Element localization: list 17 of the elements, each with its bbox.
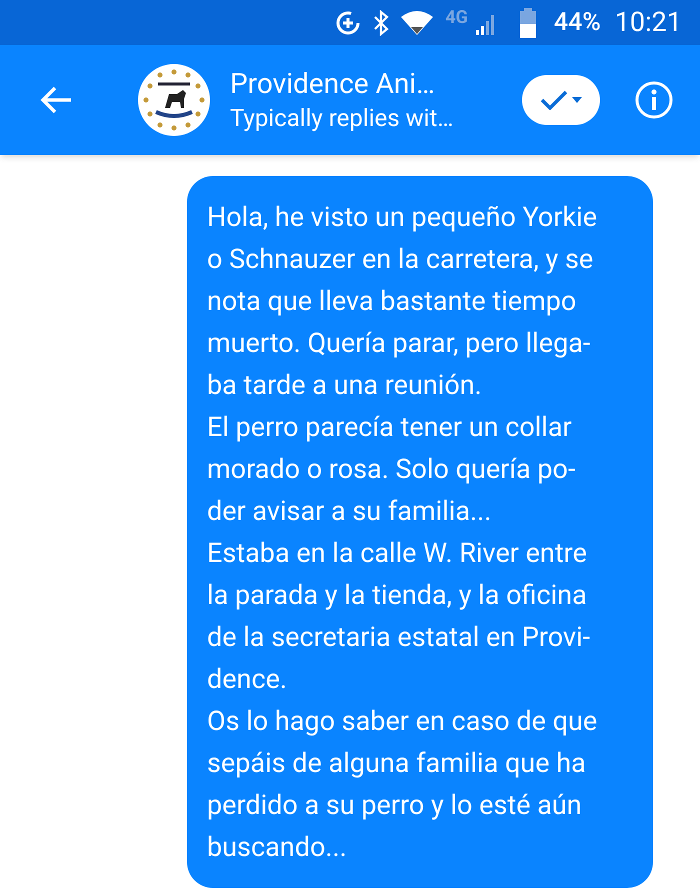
back-arrow-icon bbox=[39, 85, 73, 115]
info-icon bbox=[634, 80, 674, 120]
info-button[interactable] bbox=[634, 80, 674, 120]
battery-percent: 44% bbox=[554, 6, 601, 39]
battery-icon bbox=[518, 8, 538, 38]
bluetooth-icon bbox=[373, 10, 390, 36]
checkmark-icon bbox=[540, 90, 568, 110]
chat-title: Providence Ani… bbox=[230, 66, 436, 102]
status-dropdown-button[interactable] bbox=[522, 75, 600, 125]
clock: 10:21 bbox=[614, 5, 682, 40]
avatar-logo[interactable] bbox=[138, 64, 210, 136]
outgoing-message: Hola, he visto un pequeño Yorkie o Schnauzer en la carretera, y se nota que lleva bastante tiempo muerto. Quería parar, pero llega- ba tarde a una reunión. El perro parecía tener un collar morado o rosa. Solo quería po- der avisar a su familia... Estaba en la calle W. River entre la parada y la tienda, y la oficina de la secretaria estatal en Provi- dence. Os lo hago saber en caso de que sepáis de alguna familia que ha perdido a su perro y lo esté aún buscando... bbox=[187, 176, 653, 888]
wifi-icon bbox=[401, 10, 434, 34]
network-type: 4G bbox=[445, 6, 468, 30]
data-saver-icon bbox=[335, 10, 362, 36]
chat-subtitle: Typically replies wit… bbox=[230, 103, 454, 134]
caret-icon bbox=[572, 97, 582, 103]
